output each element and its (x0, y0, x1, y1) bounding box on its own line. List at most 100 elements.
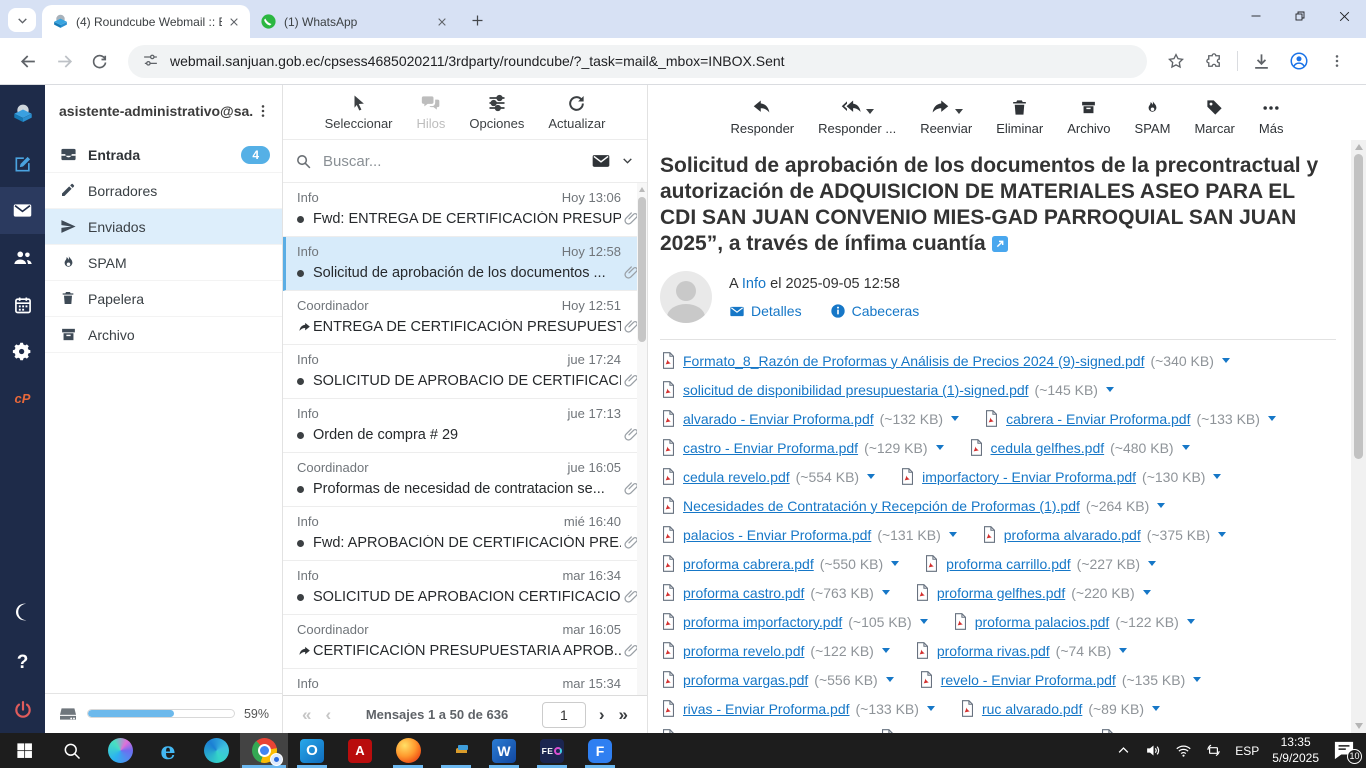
attachment-name[interactable]: proforma castro.pdf (683, 585, 804, 601)
mail-toolbar-más[interactable]: Más (1259, 96, 1284, 136)
app-sidebar-item-dark-mode[interactable] (0, 584, 45, 639)
attachment-name[interactable]: cedula revelo.pdf (683, 469, 790, 485)
attachment-menu-caret[interactable] (1148, 561, 1156, 566)
attachment-menu-caret[interactable] (936, 445, 944, 450)
attachment-name[interactable]: castro - Enviar Proforma.pdf (683, 440, 858, 456)
attachment-item[interactable]: proforma carrillo.pdf (~227 KB) (923, 554, 1156, 573)
taskbar-fes[interactable]: FE (528, 733, 576, 768)
browser-tab[interactable]: (4) Roundcube Webmail :: Envia (42, 5, 250, 38)
list-toolbar-seleccionar[interactable]: Seleccionar (325, 93, 393, 131)
mail-toolbar-marcar[interactable]: Marcar (1194, 96, 1234, 136)
attachment-name[interactable]: proforma revelo.pdf (683, 643, 804, 659)
search-scope-icon[interactable] (591, 151, 611, 171)
attachment-item[interactable]: alvarado - Enviar Proforma.pdf (~132 KB) (660, 409, 959, 428)
volume-icon[interactable] (1145, 742, 1162, 759)
browser-tab[interactable]: (1) WhatsApp (250, 5, 458, 38)
attachment-name[interactable]: proforma rivas.pdf (937, 643, 1050, 659)
attachment-name[interactable]: rivas - Enviar Proforma.pdf (683, 701, 850, 717)
browser-menu-button[interactable] (1321, 45, 1353, 77)
attachment-name[interactable]: revelo - Enviar Proforma.pdf (941, 672, 1116, 688)
mail-toolbar-reenviar[interactable]: Reenviar (920, 96, 972, 136)
attachment-item[interactable]: proforma gelfhes.pdf (~220 KB) (914, 583, 1151, 602)
clock[interactable]: 13:35 5/9/2025 (1272, 735, 1319, 766)
attachment-item[interactable]: imporfactory - Enviar Proforma.pdf (~130… (899, 467, 1221, 486)
last-page-button[interactable]: » (619, 706, 628, 723)
wifi-icon[interactable] (1175, 742, 1192, 759)
app-sidebar-item-calendar[interactable] (0, 281, 45, 328)
attachment-menu-caret[interactable] (882, 648, 890, 653)
attachment-menu-caret[interactable] (1119, 648, 1127, 653)
scroll-down-arrow[interactable] (1355, 723, 1363, 729)
folder-item-entrada[interactable]: Entrada 4 (45, 137, 282, 173)
attachment-item[interactable]: proforma alvarado.pdf (~375 KB) (981, 525, 1226, 544)
attachment-item[interactable]: revelo - Enviar Proforma.pdf (~135 KB) (918, 670, 1202, 689)
folder-item-archivo[interactable]: Archivo (45, 317, 282, 353)
attachment-name[interactable]: Necesidades de Contratación y Recepción … (683, 498, 1080, 514)
attachment-name[interactable]: proforma palacios.pdf (975, 614, 1110, 630)
attachment-item[interactable]: proforma cabrera.pdf (~550 KB) (660, 554, 899, 573)
attachment-item[interactable]: palacios - Enviar Proforma.pdf (~131 KB) (660, 525, 957, 544)
attachment-name[interactable]: palacios - Enviar Proforma.pdf (683, 527, 871, 543)
mail-toolbar-archivo[interactable]: Archivo (1067, 96, 1110, 136)
attachment-menu-caret[interactable] (920, 619, 928, 624)
mail-toolbar-spam[interactable]: SPAM (1135, 96, 1171, 136)
message-list-item[interactable]: Info Hoy 13:06 Fwd: ENTREGA DE CERTIFICA… (283, 183, 647, 237)
tray-expand-chevron[interactable] (1115, 742, 1132, 759)
attachment-name[interactable]: proforma carrillo.pdf (946, 556, 1071, 572)
taskbar-flow[interactable]: F (576, 733, 624, 768)
attachment-menu-caret[interactable] (867, 474, 875, 479)
message-list-scrollbar[interactable] (637, 183, 647, 695)
tab-search-button[interactable] (8, 8, 36, 32)
attachment-item[interactable]: proforma rivas.pdf (~74 KB) (914, 641, 1127, 660)
taskbar-copilot[interactable] (96, 733, 144, 768)
attachment-item[interactable]: proforma imporfactory.pdf (~105 KB) (660, 612, 928, 631)
taskbar-start[interactable] (0, 733, 48, 768)
attachment-name[interactable]: proforma gelfhes.pdf (937, 585, 1065, 601)
app-sidebar-item-mail[interactable] (0, 187, 45, 234)
attachment-name[interactable]: proforma alvarado.pdf (1004, 527, 1141, 543)
folder-item-enviados[interactable]: Enviados (45, 209, 282, 245)
attachment-menu-caret[interactable] (1187, 619, 1195, 624)
search-options-chevron[interactable] (621, 154, 635, 168)
attachment-item[interactable]: ruc carrillo.pdf (~176 KB) (879, 728, 1075, 733)
url-text[interactable]: webmail.sanjuan.gob.ec/cpsess4685020211/… (170, 53, 785, 69)
message-list-item[interactable]: Info jue 17:13 Orden de compra # 29 (283, 399, 647, 453)
app-sidebar-item-settings[interactable] (0, 328, 45, 375)
folder-item-papelera[interactable]: Papelera (45, 281, 282, 317)
tab-close-button[interactable] (226, 14, 242, 30)
taskbar-acrobat[interactable]: A (336, 733, 384, 768)
attachment-menu-caret[interactable] (949, 532, 957, 537)
message-list-item[interactable]: Info mar 16:34 SOLICITUD DE APROBACION C… (283, 561, 647, 615)
attachment-item[interactable]: Necesidades de Contratación y Recepción … (660, 496, 1165, 515)
taskbar-firefox[interactable] (384, 733, 432, 768)
taskbar-ie[interactable]: e (144, 733, 192, 768)
taskbar-word[interactable]: W (480, 733, 528, 768)
attachment-menu-caret[interactable] (1157, 503, 1165, 508)
scroll-up-arrow[interactable] (1355, 144, 1363, 150)
mail-toolbar-responder[interactable]: Responder ... (818, 96, 896, 136)
attachment-name[interactable]: ruc carrillo.pdf (902, 730, 990, 734)
taskbar-explorer[interactable] (432, 733, 480, 768)
scroll-up-arrow[interactable] (639, 187, 645, 192)
back-button[interactable] (12, 45, 44, 77)
app-sidebar-item-cpanel[interactable]: cP (0, 375, 45, 422)
attachment-name[interactable]: alvarado - Enviar Proforma.pdf (683, 411, 874, 427)
dropdown-caret[interactable] (866, 109, 874, 114)
list-toolbar-actualizar[interactable]: Actualizar (548, 93, 605, 131)
attachment-name[interactable]: ruc alvarado.pdf (982, 701, 1082, 717)
dropdown-caret[interactable] (955, 109, 963, 114)
attachment-item[interactable]: proforma vargas.pdf (~556 KB) (660, 670, 894, 689)
extensions-button[interactable] (1198, 45, 1230, 77)
language-indicator[interactable]: ESP (1235, 744, 1259, 758)
message-list-item[interactable]: Info mié 16:40 Fwd: APROBACIÓN DE CERTIF… (283, 507, 647, 561)
new-tab-button[interactable] (464, 7, 490, 33)
attachment-menu-caret[interactable] (1193, 677, 1201, 682)
attachment-menu-caret[interactable] (1213, 474, 1221, 479)
attachment-item[interactable]: cabrera - Enviar Proforma.pdf (~133 KB) (983, 409, 1276, 428)
scrollbar-thumb[interactable] (1354, 154, 1363, 459)
attachment-item[interactable]: proforma revelo.pdf (~122 KB) (660, 641, 890, 660)
message-list-item[interactable]: Info jue 17:24 SOLICITUD DE APROBACIO DE… (283, 345, 647, 399)
attachment-item[interactable]: cedula revelo.pdf (~554 KB) (660, 467, 875, 486)
search-input[interactable] (321, 152, 591, 171)
folder-item-spam[interactable]: SPAM (45, 245, 282, 281)
